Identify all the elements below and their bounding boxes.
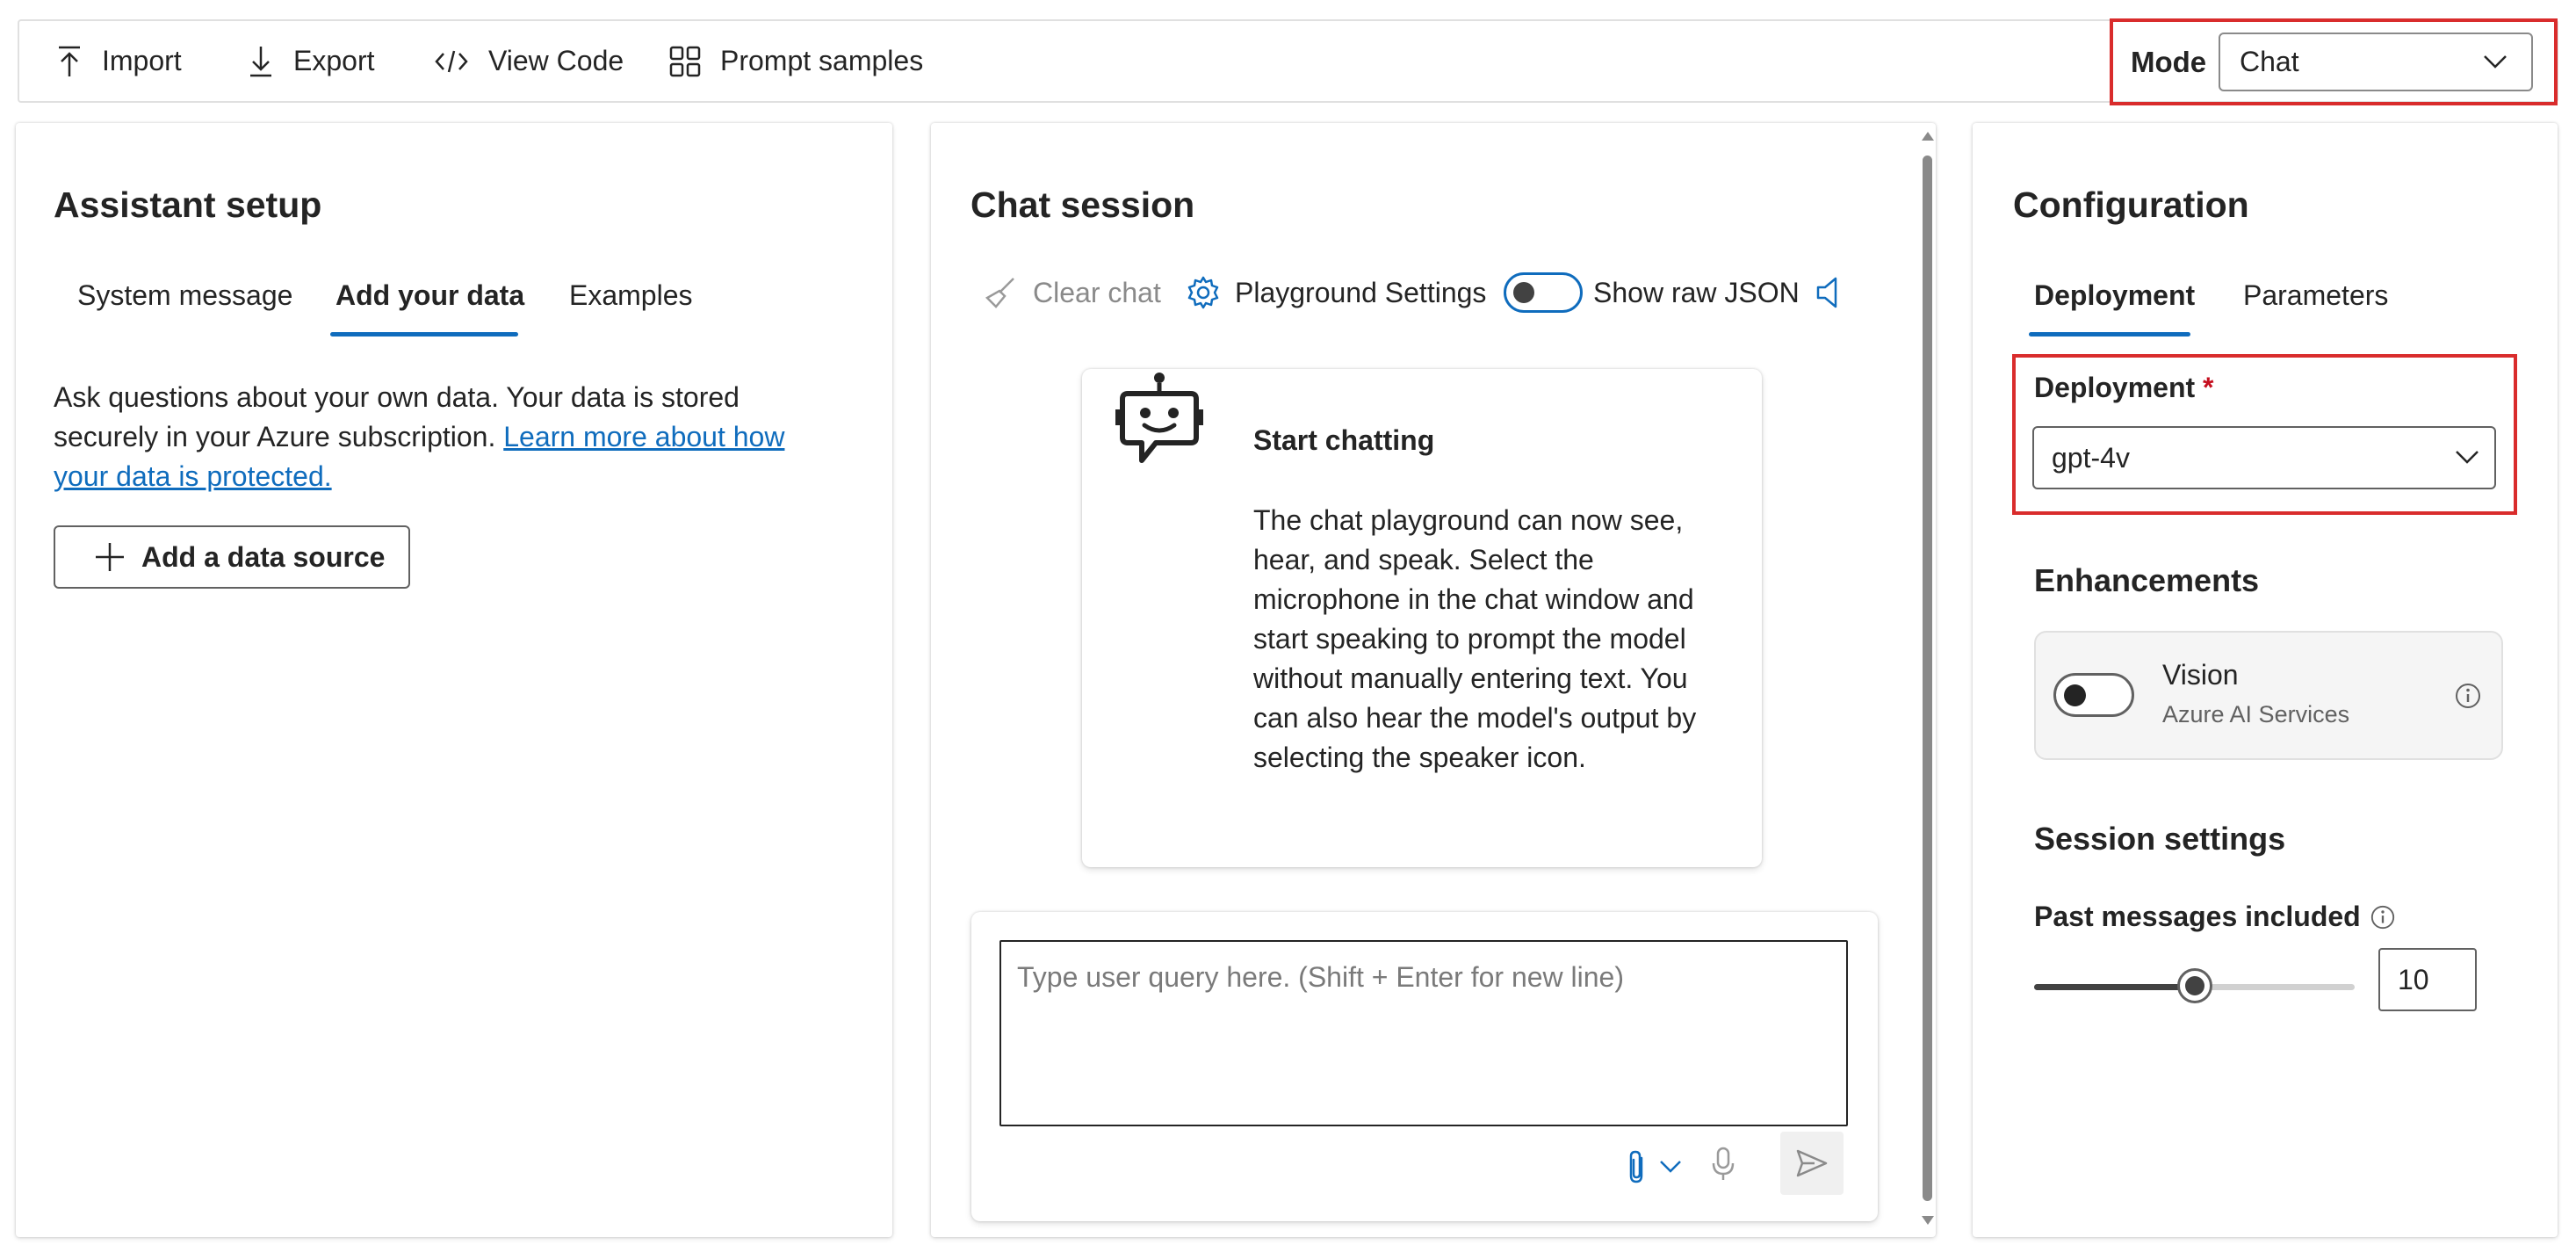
past-messages-label-text: Past messages included: [2034, 901, 2361, 932]
configuration-panel: Configuration Deployment Parameters Depl…: [1973, 123, 2558, 1237]
past-messages-input[interactable]: 10: [2378, 948, 2477, 1011]
session-settings-title: Session settings: [2034, 821, 2286, 857]
mode-highlight: Mode Chat: [2110, 18, 2558, 105]
slider-thumb[interactable]: [2176, 968, 2212, 1003]
mode-value: Chat: [2240, 46, 2299, 77]
import-label: Import: [102, 45, 182, 76]
assistant-setup-panel: Assistant setup System message Add your …: [16, 123, 892, 1237]
microphone-icon[interactable]: [1711, 1146, 1735, 1183]
vision-title: Vision: [2162, 659, 2239, 691]
scrollbar-thumb[interactable]: [1923, 156, 1932, 1201]
tab-deployment[interactable]: Deployment: [2034, 279, 2195, 312]
gear-icon: [1187, 276, 1219, 309]
chevron-down-icon: [2484, 55, 2507, 69]
send-button[interactable]: [1780, 1132, 1844, 1195]
mode-dropdown[interactable]: Chat: [2219, 33, 2533, 91]
deployment-value: gpt-4v: [2052, 441, 2130, 474]
show-raw-json-label: Show raw JSON: [1593, 276, 1800, 308]
add-data-source-button[interactable]: Add a data source: [54, 525, 410, 589]
chat-session-title: Chat session: [971, 185, 1195, 225]
code-icon: [435, 50, 468, 72]
broom-icon: [985, 278, 1014, 308]
vision-subtitle: Azure AI Services: [2162, 701, 2350, 727]
scroll-up-icon[interactable]: [1921, 130, 1935, 142]
raw-json-switch[interactable]: [1504, 272, 1583, 313]
chat-input-card: [971, 912, 1878, 1221]
required-mark: *: [2203, 372, 2214, 403]
prompt-samples-button[interactable]: Prompt samples: [669, 21, 923, 101]
clear-chat-label: Clear chat: [1033, 276, 1161, 308]
tab-add-your-data[interactable]: Add your data: [336, 279, 524, 312]
tab-system-message[interactable]: System message: [77, 279, 292, 312]
export-button[interactable]: Export: [248, 21, 374, 101]
clear-chat-button[interactable]: Clear chat: [984, 266, 1161, 319]
start-chatting-title: Start chatting: [1253, 424, 1435, 456]
speaker-button[interactable]: [1815, 266, 1844, 319]
plus-icon: [96, 543, 124, 571]
vision-card: Vision Azure AI Services: [2034, 631, 2503, 760]
prompt-samples-label: Prompt samples: [720, 45, 924, 76]
chat-session-panel: Chat session Clear chat Playground Setti…: [931, 123, 1936, 1237]
send-icon: [1796, 1149, 1828, 1177]
vision-toggle[interactable]: [2053, 673, 2134, 717]
speaker-icon: [1816, 277, 1837, 308]
toggle-knob: [2064, 684, 2086, 706]
bot-icon: [1115, 373, 1203, 463]
enhancements-title: Enhancements: [2034, 562, 2260, 598]
attachment-icon[interactable]: [1626, 1149, 1647, 1184]
playground-settings-button[interactable]: Playground Settings: [1186, 266, 1486, 319]
slider-fill: [2034, 984, 2195, 990]
tab-parameters[interactable]: Parameters: [2243, 279, 2388, 312]
deployment-dropdown[interactable]: gpt-4v: [2032, 426, 2496, 489]
show-raw-json-toggle[interactable]: Show raw JSON: [1504, 266, 1800, 319]
active-tab-indicator: [2029, 332, 2190, 337]
view-code-label: View Code: [488, 45, 624, 76]
deployment-label-text: Deployment: [2034, 372, 2196, 403]
assistant-setup-title: Assistant setup: [54, 185, 322, 225]
mode-label: Mode: [2131, 46, 2207, 78]
playground-settings-label: Playground Settings: [1235, 276, 1487, 308]
past-messages-label: Past messages included: [2034, 901, 2396, 933]
grid-icon: [669, 46, 701, 76]
scroll-down-icon[interactable]: [1921, 1214, 1935, 1227]
chevron-down-icon: [2456, 451, 2479, 464]
add-data-source-label: Add a data source: [141, 540, 386, 573]
toggle-knob: [1513, 282, 1534, 303]
user-query-input[interactable]: [999, 940, 1848, 1126]
import-button[interactable]: Import: [56, 21, 182, 101]
deployment-label: Deployment *: [2034, 372, 2213, 404]
configuration-title: Configuration: [2013, 185, 2249, 225]
tab-examples[interactable]: Examples: [569, 279, 693, 312]
export-label: Export: [293, 45, 375, 76]
info-icon[interactable]: [2454, 682, 2482, 710]
export-icon: [250, 46, 271, 76]
add-data-description: Ask questions about your own data. Your …: [54, 378, 826, 496]
start-chatting-body: The chat playground can now see, hear, a…: [1253, 504, 1697, 773]
import-icon: [59, 46, 80, 76]
view-code-button[interactable]: View Code: [434, 21, 624, 101]
info-icon[interactable]: [2370, 904, 2396, 930]
chevron-down-icon[interactable]: [1658, 1158, 1683, 1176]
active-tab-indicator: [330, 332, 518, 337]
